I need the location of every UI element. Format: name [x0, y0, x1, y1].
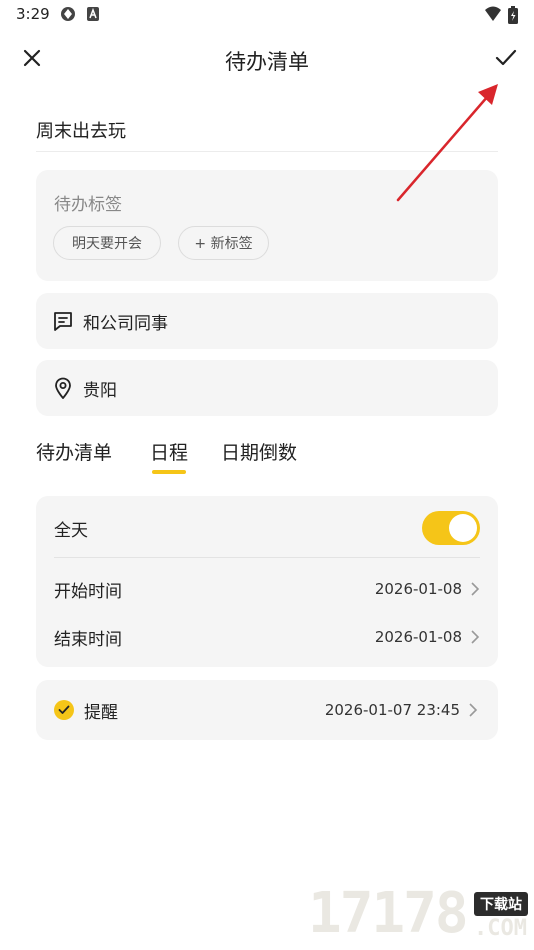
- location-field[interactable]: 贵阳: [36, 360, 498, 416]
- start-time-label: 开始时间: [54, 581, 122, 602]
- toggle-knob: [449, 514, 477, 542]
- location-text: 贵阳: [83, 380, 117, 401]
- location-pin-icon: [52, 377, 74, 399]
- tab-countdown[interactable]: 日期倒数: [221, 438, 297, 465]
- site-watermark: 17178 下载站 .COM: [308, 880, 534, 950]
- page-title: 待办清单: [225, 50, 309, 74]
- tag-chip-meeting[interactable]: 明天要开会: [53, 226, 161, 260]
- check-icon: [58, 705, 70, 714]
- todo-title-input[interactable]: [36, 108, 498, 152]
- tab-schedule[interactable]: 日程: [150, 438, 188, 465]
- end-time-label: 结束时间: [54, 629, 122, 650]
- end-time-value: 2026-01-08: [374, 628, 462, 646]
- watermark-badge: 下载站: [474, 892, 528, 916]
- app-header: 待办清单: [0, 36, 534, 84]
- tag-label: 待办标签: [54, 195, 122, 215]
- status-time: 3:29: [16, 5, 50, 23]
- sync-icon: [60, 6, 76, 26]
- tag-card: 待办标签 明天要开会 + 新标签: [36, 170, 498, 281]
- schedule-card: 全天 开始时间 2026-01-08 结束时间 2026-01-08: [36, 496, 498, 667]
- wifi-icon: [484, 6, 502, 26]
- status-bar: 3:29: [0, 0, 534, 28]
- watermark-number: 17178: [308, 881, 469, 946]
- check-icon: [495, 48, 517, 72]
- watermark-suffix: .COM: [474, 916, 527, 941]
- confirm-button[interactable]: [492, 46, 520, 74]
- divider: [54, 557, 480, 558]
- tab-todo-list[interactable]: 待办清单: [36, 438, 112, 465]
- active-tab-indicator: [152, 470, 186, 474]
- note-text: 和公司同事: [83, 313, 168, 334]
- chevron-right-icon: [469, 703, 478, 717]
- start-time-value: 2026-01-08: [374, 580, 462, 598]
- all-day-label: 全天: [54, 520, 88, 541]
- all-day-toggle[interactable]: [422, 511, 480, 545]
- note-field[interactable]: 和公司同事: [36, 293, 498, 349]
- reminder-label: 提醒: [84, 702, 118, 723]
- note-icon: [52, 310, 74, 332]
- chevron-right-icon: [471, 582, 480, 596]
- chevron-right-icon: [471, 630, 480, 644]
- reminder-checkbox[interactable]: [54, 700, 74, 720]
- new-tag-chip[interactable]: + 新标签: [178, 226, 269, 260]
- reminder-value: 2026-01-07 23:45: [324, 701, 460, 719]
- all-day-row: 全天: [54, 504, 480, 552]
- a-badge-icon: [86, 6, 100, 26]
- battery-icon: [508, 6, 518, 28]
- start-time-row[interactable]: 开始时间 2026-01-08: [54, 565, 480, 613]
- end-time-row[interactable]: 结束时间 2026-01-08: [54, 613, 480, 661]
- reminder-row[interactable]: 提醒 2026-01-07 23:45: [36, 680, 498, 740]
